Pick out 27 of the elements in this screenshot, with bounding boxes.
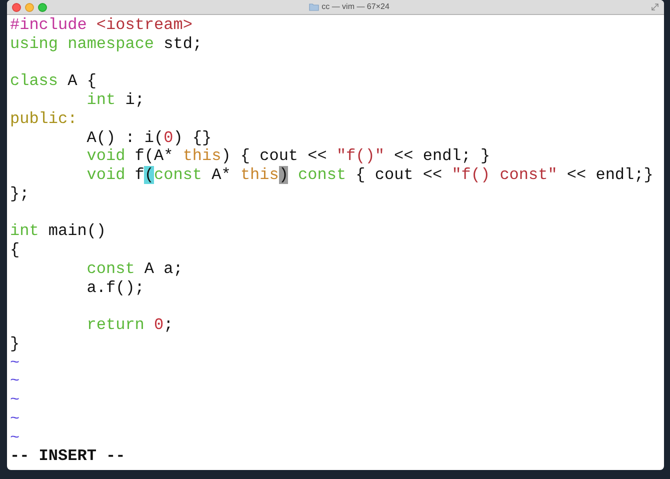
code-line: public: (10, 110, 78, 128)
empty-line-marker: ~ (10, 428, 20, 446)
close-button[interactable] (12, 2, 21, 12)
code-line: }; (10, 184, 30, 204)
code-line: void f(const A* this) const { cout << "f() const" << endl;} (86, 166, 654, 185)
mode-indicator: -- INSERT -- (10, 447, 126, 466)
code-line: A() : i(0) {} (86, 128, 212, 148)
empty-line-marker: ~ (10, 391, 20, 409)
code-line: class A { (10, 72, 96, 91)
code-line: #include <iostream> (10, 16, 192, 35)
code-line: return 0; (86, 316, 174, 335)
minimize-button[interactable] (25, 2, 34, 12)
folder-icon (308, 3, 319, 11)
empty-line-marker: ~ (10, 372, 20, 390)
code-line: using namespace std; (10, 34, 202, 54)
code-line: } (10, 334, 20, 354)
code-line: void f(A* this) { cout << "f()" << endl; } (86, 147, 490, 166)
code-line: const A a; (86, 260, 183, 278)
code-line: int main() (10, 222, 106, 241)
code-line: int i; (86, 91, 144, 110)
code-line: { (10, 241, 20, 260)
empty-line-marker: ~ (10, 354, 20, 372)
resize-icon[interactable] (651, 3, 659, 11)
code-line: a.f(); (86, 278, 144, 298)
zoom-button[interactable] (38, 2, 47, 12)
empty-line-marker: ~ (10, 410, 20, 428)
window-title: cc — vim — 67×24 (322, 3, 390, 11)
